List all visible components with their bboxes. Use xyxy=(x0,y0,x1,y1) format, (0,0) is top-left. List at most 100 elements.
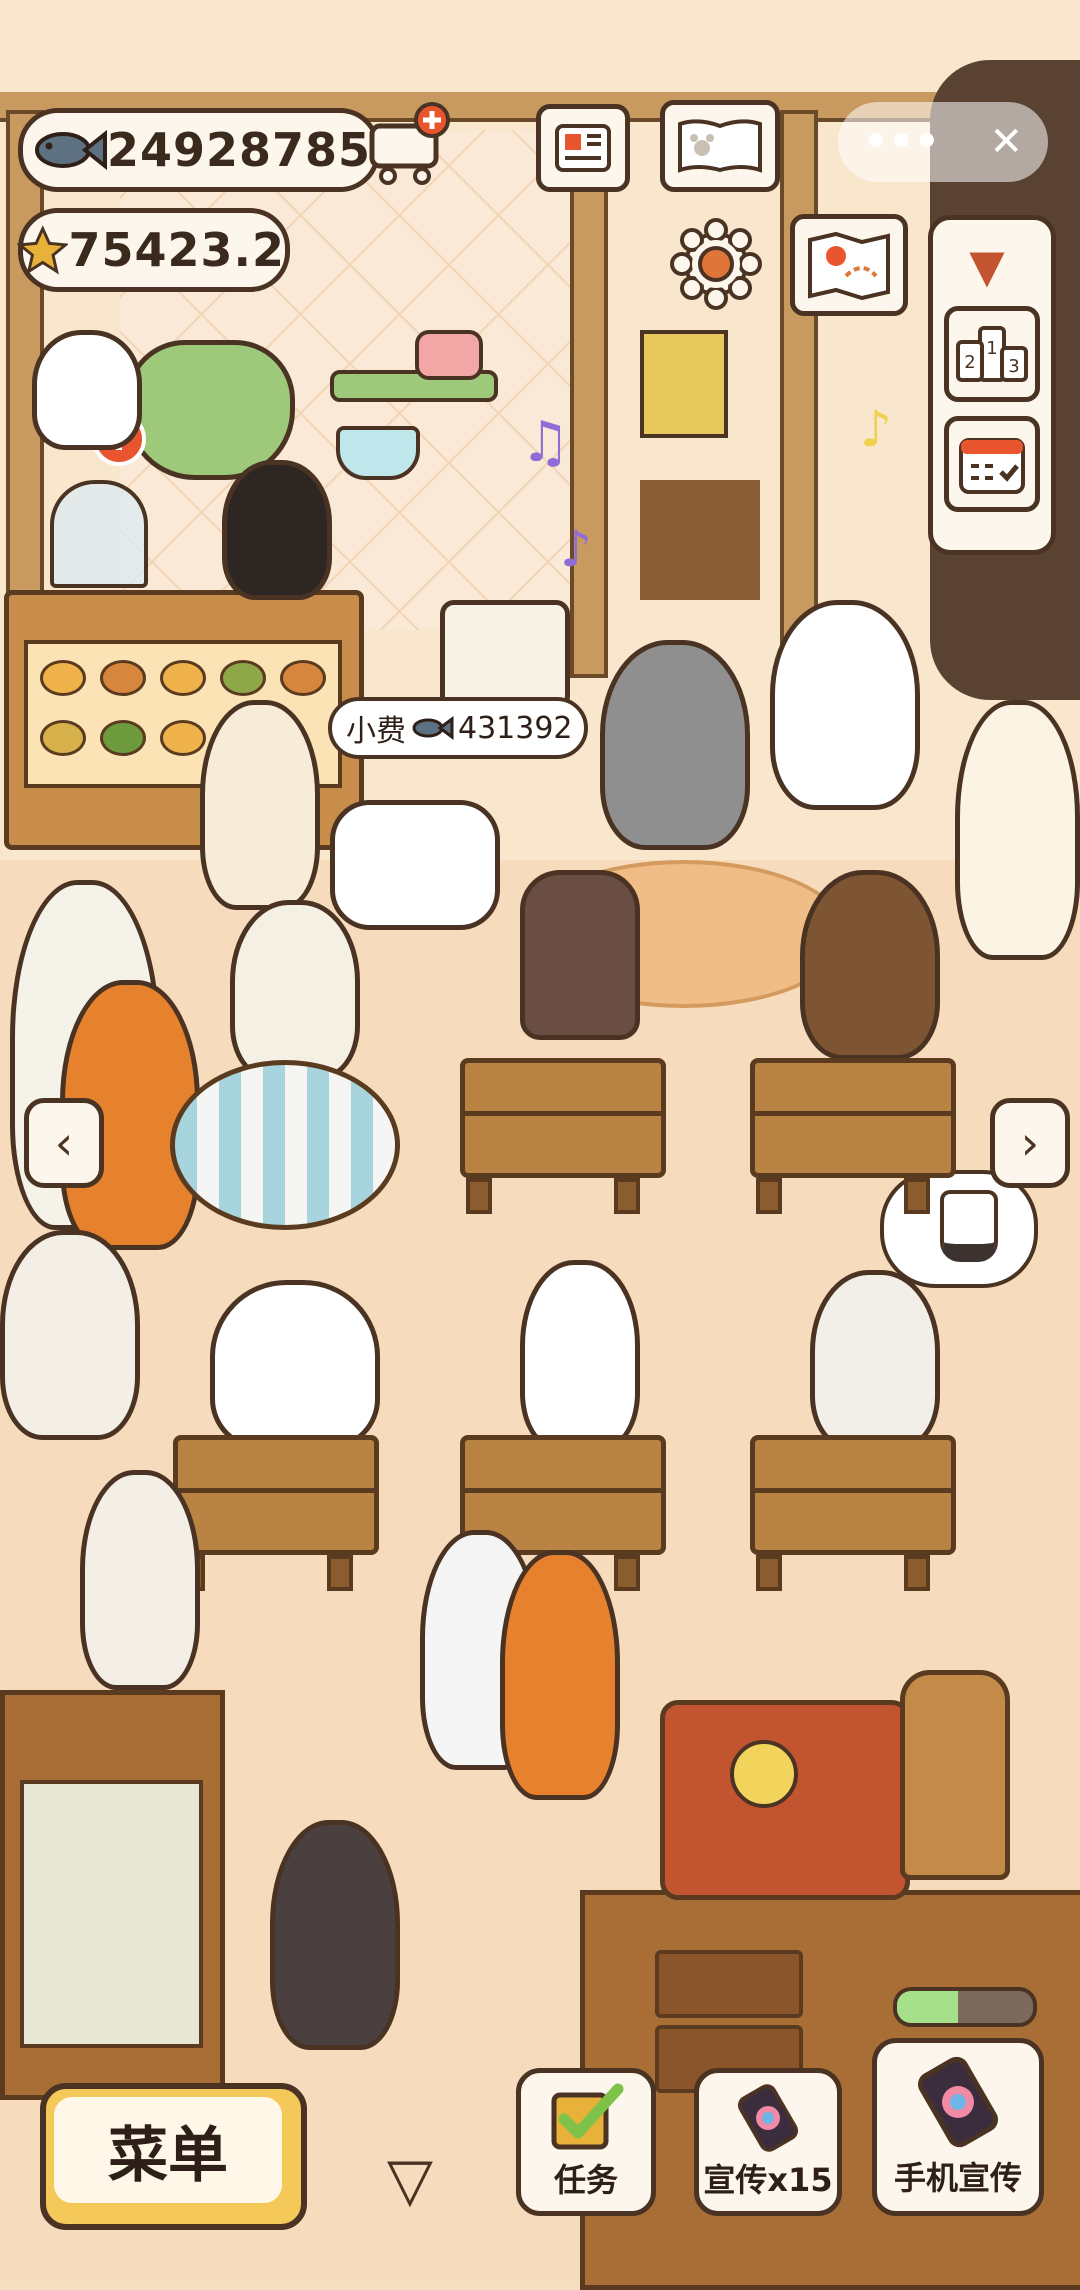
music-note-icon: ♪ xyxy=(560,520,592,578)
fish-icon xyxy=(35,129,107,171)
table-leg xyxy=(327,1555,353,1591)
brew-progress-bar xyxy=(893,1987,1037,2027)
fridge-glass xyxy=(20,1780,203,2048)
promo-button[interactable]: 宣传x15 xyxy=(694,2068,842,2216)
music-note-icon: ♪ xyxy=(860,400,892,458)
star-icon xyxy=(17,225,69,275)
pastry-icon xyxy=(160,720,206,756)
onigiri-icon xyxy=(940,1190,998,1262)
svg-text:2: 2 xyxy=(964,352,975,373)
pastry-icon xyxy=(280,660,326,696)
calendar-button[interactable] xyxy=(944,416,1040,512)
star-currency-pill[interactable]: 75423.2 xyxy=(17,208,290,292)
pastry-icon xyxy=(100,660,146,696)
goose-customer[interactable] xyxy=(520,1260,640,1450)
phone-promo-button[interactable]: 手机宣传 xyxy=(872,2038,1044,2216)
fish-currency-value: 24928785 xyxy=(107,123,372,177)
ranking-button[interactable]: 1 2 3 xyxy=(944,306,1040,402)
table-leg xyxy=(904,1178,930,1214)
wood-post xyxy=(780,110,818,678)
phone-promo-label: 手机宣传 xyxy=(893,2159,1022,2197)
table-leg xyxy=(466,1178,492,1214)
cafe-table[interactable] xyxy=(173,1435,379,1555)
close-button[interactable]: ✕ xyxy=(990,119,1024,165)
tasks-button[interactable]: 任务 xyxy=(516,2068,656,2216)
more-options-button[interactable]: ••• xyxy=(863,119,940,165)
gift-cart[interactable] xyxy=(330,800,500,930)
table-leg xyxy=(904,1555,930,1591)
pastry-icon xyxy=(160,660,206,696)
tasks-label: 任务 xyxy=(553,2161,618,2199)
cafe-table[interactable] xyxy=(750,1058,956,1178)
heart-flower-frame xyxy=(125,340,295,480)
fox-customer[interactable] xyxy=(500,1550,620,1800)
calendar-icon xyxy=(959,438,1025,494)
tv-machine[interactable] xyxy=(440,600,570,710)
sheep-customer[interactable] xyxy=(0,1230,140,1440)
paw-book-icon xyxy=(678,119,762,173)
table-leg xyxy=(756,1178,782,1214)
newspaper-button[interactable] xyxy=(536,104,630,192)
cafe-table[interactable] xyxy=(460,1058,666,1178)
tip-bubble[interactable]: 小费 431392 xyxy=(328,697,588,759)
table-leg xyxy=(614,1555,640,1591)
yak-customer[interactable] xyxy=(800,870,940,1060)
gear-icon xyxy=(670,218,762,310)
wood-post xyxy=(570,110,608,678)
fish-currency-pill[interactable]: 24928785 xyxy=(18,108,380,192)
badger-barista[interactable] xyxy=(270,1820,400,2050)
teacup xyxy=(336,426,420,480)
pig-toy xyxy=(415,330,483,380)
music-band[interactable] xyxy=(640,480,760,600)
cat-portrait xyxy=(32,330,142,450)
music-note-icon: ♫ xyxy=(520,410,571,475)
paw-album-button[interactable] xyxy=(660,100,780,192)
collie-customer[interactable] xyxy=(80,1470,200,1690)
pastry-icon xyxy=(40,720,86,756)
goose-guitarist[interactable] xyxy=(770,600,920,810)
rank-icon: 1 2 3 xyxy=(956,326,1028,382)
tip-label: 小费 xyxy=(346,714,406,749)
table-leg xyxy=(614,1178,640,1214)
collapse-panel-icon[interactable]: ▼ xyxy=(955,236,1019,296)
fish-icon xyxy=(412,716,454,740)
coffee-grinder[interactable] xyxy=(900,1670,1010,1880)
scroll-left-button[interactable]: ‹ xyxy=(24,1098,104,1188)
corgi-customer[interactable] xyxy=(230,900,360,1080)
ostrich-customer[interactable] xyxy=(520,870,640,1040)
mini-program-capsule: ••• ✕ xyxy=(838,102,1048,182)
scroll-right-button[interactable]: › xyxy=(990,1098,1070,1188)
collapse-bottom-button[interactable]: ▽ xyxy=(365,2145,455,2215)
map-icon xyxy=(808,231,890,300)
svg-text:1: 1 xyxy=(986,338,997,359)
brew-progress-fill xyxy=(897,1991,959,2023)
phone-icon xyxy=(737,2084,799,2152)
cake-dome[interactable] xyxy=(50,480,148,588)
shop-cart-button[interactable] xyxy=(364,100,454,186)
newspaper-icon xyxy=(555,124,611,172)
black-cat-waiter[interactable] xyxy=(222,460,332,600)
phone-icon xyxy=(918,2056,998,2148)
checkbox-task-icon xyxy=(551,2083,624,2150)
pastry-icon xyxy=(100,720,146,756)
svg-text:3: 3 xyxy=(1008,356,1019,377)
counter-drawer xyxy=(655,1950,803,2018)
pomeranian-customer[interactable] xyxy=(210,1280,380,1450)
cafe-table[interactable] xyxy=(750,1435,956,1555)
box-head-musician[interactable] xyxy=(640,330,728,438)
pastry-icon xyxy=(40,660,86,696)
striped-round-table[interactable] xyxy=(170,1060,400,1230)
raccoon-musician[interactable] xyxy=(600,640,750,850)
menu-button-label[interactable]: 菜单 xyxy=(54,2097,282,2203)
cat-customer[interactable] xyxy=(955,700,1080,960)
badger-customer[interactable] xyxy=(810,1270,940,1450)
cart-icon xyxy=(369,102,450,185)
settings-button[interactable] xyxy=(668,216,764,312)
pastry-icon xyxy=(220,660,266,696)
promo-label: 宣传x15 xyxy=(703,2161,833,2199)
table-leg xyxy=(756,1555,782,1591)
pressure-gauge-icon xyxy=(730,1740,798,1808)
map-button[interactable] xyxy=(790,214,908,316)
mouse-customer[interactable] xyxy=(200,700,320,910)
tip-amount: 431392 xyxy=(458,710,573,746)
